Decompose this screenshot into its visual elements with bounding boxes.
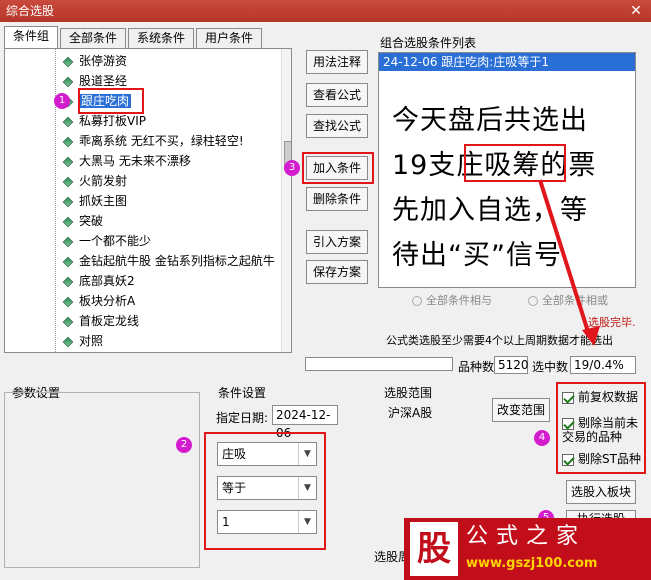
tree-scrollbar[interactable]	[281, 49, 291, 352]
condition-list-label: 组合选股条件列表	[380, 36, 477, 50]
radio-icon	[528, 296, 538, 306]
formula-icon	[62, 196, 74, 207]
save-plan-button[interactable]: 保存方案	[306, 260, 368, 284]
view-formula-button[interactable]: 查看公式	[306, 83, 368, 107]
params-panel	[4, 392, 200, 568]
import-plan-button[interactable]: 引入方案	[306, 230, 368, 254]
formula-icon	[62, 176, 74, 187]
usage-button[interactable]: 用法注释	[306, 50, 368, 74]
tree-item[interactable]: 大黑马 无未来不漂移	[62, 151, 191, 171]
tree-item[interactable]: 首板定龙线	[62, 311, 139, 331]
tree-item[interactable]: 抓妖主图	[62, 191, 127, 211]
highlight-box	[78, 88, 144, 114]
logic-or-option[interactable]: 全部条件相或	[528, 292, 608, 308]
date-label: 指定日期:	[216, 411, 269, 425]
chevron-down-icon: ▼	[298, 443, 316, 465]
value-select[interactable]: 1 ▼	[217, 510, 317, 534]
formula-icon	[62, 236, 74, 247]
marker-1: 1	[54, 93, 70, 109]
range-label: 选股范围	[384, 386, 433, 400]
watermark-url: www.gszj100.com	[466, 556, 598, 571]
chevron-down-icon: ▼	[298, 511, 316, 533]
tree-item[interactable]: 板块分析A	[62, 291, 135, 311]
forward-adjust-checkbox[interactable]: 前复权数据	[562, 390, 638, 404]
marker-2: 2	[176, 437, 192, 453]
formula-icon	[62, 296, 74, 307]
formula-icon	[62, 156, 74, 167]
pick-into-board-button[interactable]: 选股入板块	[566, 480, 636, 504]
count-label: 品种数	[458, 360, 495, 374]
tree-item[interactable]: 对照	[62, 331, 103, 351]
formula-icon	[62, 316, 74, 327]
exclude-st-checkbox[interactable]: 剔除ST品种	[562, 452, 641, 466]
close-icon[interactable]: ✕	[627, 2, 645, 20]
overlay-annotation: 今天盘后共选出 19支庄吸筹的票 先加入自选，等 待出“买”信号	[392, 98, 632, 278]
checkbox-icon	[562, 391, 574, 404]
overlay-line: 待出“买”信号	[392, 240, 562, 271]
checkbox-icon	[562, 417, 574, 430]
tab-condition-group[interactable]: 条件组	[4, 26, 59, 48]
exclude-untraded-checkbox[interactable]: 剔除当前未交易的品种	[562, 416, 644, 444]
tab-user-conditions[interactable]: 用户条件	[196, 28, 263, 48]
progress-bar	[305, 357, 453, 371]
title-bar: 综合选股 ✕	[0, 0, 651, 22]
count-value: 5120	[494, 356, 529, 374]
condition-row[interactable]: 24-12-06 跟庄吃肉:庄吸等于1	[379, 53, 635, 71]
checkbox-icon	[562, 453, 574, 466]
tab-all-conditions[interactable]: 全部条件	[60, 28, 127, 48]
tree-item[interactable]: 金钻起航牛股 金钻系列指标之起航牛	[62, 251, 275, 271]
logic-and-option[interactable]: 全部条件相与	[412, 292, 492, 308]
formula-icon	[62, 56, 74, 67]
tree-item[interactable]: 底部真妖2	[62, 271, 135, 291]
tab-bar: 条件组 全部条件 系统条件 用户条件	[4, 26, 264, 48]
formula-icon	[62, 216, 74, 227]
cond-settings-label: 条件设置	[218, 386, 267, 400]
indicator-select[interactable]: 庄吸 ▼	[217, 442, 317, 466]
watermark-name: 公式之家	[466, 524, 587, 549]
tree-item[interactable]: 一个都不能少	[62, 231, 151, 251]
status-hint: 公式类选股至少需要4个以上周期数据才能选出	[386, 334, 613, 347]
change-range-button[interactable]: 改变范围	[492, 398, 550, 422]
formula-icon	[62, 276, 74, 287]
radio-icon	[412, 296, 422, 306]
formula-icon	[62, 76, 74, 87]
highlight-box	[464, 144, 566, 182]
status-done: 选股完毕.	[588, 316, 636, 329]
delete-condition-button[interactable]: 删除条件	[306, 187, 368, 211]
tree-item[interactable]: 私募打板VIP	[62, 111, 146, 131]
window-title: 综合选股	[6, 4, 55, 18]
formula-icon	[62, 256, 74, 267]
formula-icon	[62, 136, 74, 147]
overlay-line: 今天盘后共选出	[392, 105, 588, 136]
find-formula-button[interactable]: 查找公式	[306, 114, 368, 138]
tree-item[interactable]: 张停游资	[62, 51, 127, 71]
overlay-line: 先加入自选，等	[392, 195, 588, 226]
watermark-logo: 股 公式之家 www.gszj100.com	[404, 518, 651, 580]
tree-item[interactable]: 乖离系统 无红不买，绿柱轻空!	[62, 131, 244, 151]
watermark-brand: 股	[410, 522, 458, 576]
operator-select[interactable]: 等于 ▼	[217, 476, 317, 500]
marker-4: 4	[534, 430, 550, 446]
range-value: 沪深A股	[388, 406, 433, 420]
formula-icon	[62, 116, 74, 127]
condition-tree[interactable]: 张停游资 股道圣经 跟庄吃肉 私募打板VIP 乖离系统 无红不买，绿柱轻空! 大…	[4, 48, 292, 353]
marker-3: 3	[284, 160, 300, 176]
selected-value: 19/0.4%	[570, 356, 636, 374]
tree-item[interactable]: 火箭发射	[62, 171, 127, 191]
highlight-box	[302, 152, 374, 184]
selected-label: 选中数	[532, 360, 569, 374]
tree-item[interactable]: 突破	[62, 211, 103, 231]
chevron-down-icon: ▼	[298, 477, 316, 499]
formula-icon	[62, 336, 74, 347]
date-field[interactable]: 2024-12-06	[272, 405, 338, 440]
tab-system-conditions[interactable]: 系统条件	[128, 28, 195, 48]
